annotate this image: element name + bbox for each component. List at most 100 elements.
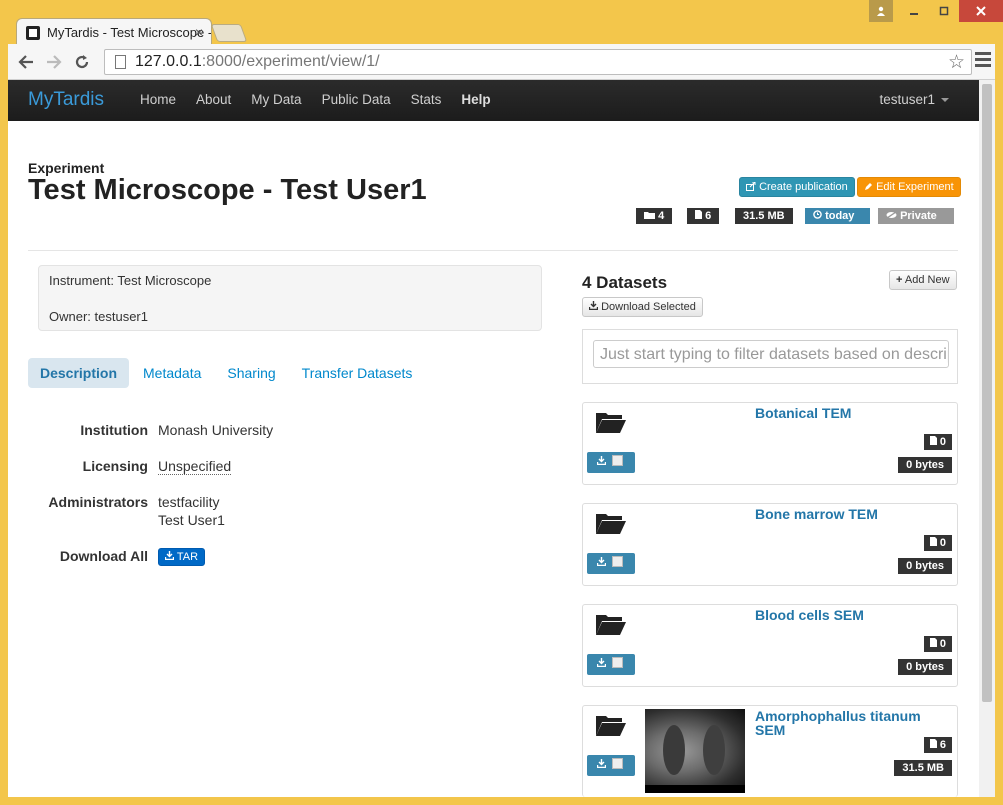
folder-open-icon — [596, 514, 626, 534]
dataset-name[interactable]: Amorphophallus titanum SEM — [755, 709, 945, 737]
dataset-select-checkbox[interactable] — [612, 657, 623, 668]
window-controls — [869, 0, 1003, 22]
new-tab-button[interactable] — [210, 24, 248, 42]
dataset-count-badge: 4 — [636, 208, 673, 224]
browser-toolbar: 127.0.0.1:8000/experiment/view/1/ ☆ — [8, 44, 995, 80]
edit-experiment-button[interactable]: Edit Experiment — [857, 177, 961, 197]
scrollbar-thumb[interactable] — [982, 84, 992, 702]
clock-icon — [813, 210, 822, 219]
download-icon — [596, 456, 607, 466]
close-tab-icon[interactable]: × — [195, 24, 203, 40]
file-icon — [929, 638, 937, 647]
nav-item-home[interactable]: Home — [130, 80, 186, 121]
dataset-thumbnail[interactable] — [645, 709, 745, 793]
nav-item-about[interactable]: About — [186, 80, 241, 121]
file-icon — [929, 436, 937, 445]
reload-icon[interactable] — [70, 50, 94, 74]
maximize-icon[interactable] — [929, 0, 959, 22]
browser-tab[interactable]: MyTardis - Test Microscope - Test User1 … — [16, 18, 212, 46]
address-bar[interactable]: 127.0.0.1:8000/experiment/view/1/ ☆ — [104, 49, 972, 75]
browser-menu-icon[interactable] — [975, 52, 991, 70]
download-icon — [588, 301, 599, 311]
dataset-name[interactable]: Bone marrow TEM — [755, 507, 945, 521]
bookmark-star-icon[interactable]: ☆ — [948, 51, 965, 74]
dataset-file-count: 6 — [939, 739, 946, 751]
user-menu[interactable]: testuser1 — [879, 92, 949, 107]
download-selected-label: Download Selected — [601, 301, 696, 313]
folder-icon — [644, 212, 655, 219]
page-scrollbar[interactable] — [979, 80, 995, 797]
tab-description[interactable]: Description — [28, 358, 130, 388]
tab-sharing[interactable]: Sharing — [215, 358, 287, 388]
institution-label: Institution — [80, 422, 148, 438]
dataset-name[interactable]: Botanical TEM — [755, 406, 945, 420]
file-count: 6 — [705, 210, 712, 222]
dataset-name[interactable]: Blood cells SEM — [755, 608, 945, 622]
brand-logo[interactable]: MyTardis — [28, 89, 104, 111]
dataset-filter-input[interactable]: Just start typing to filter datasets bas… — [593, 340, 949, 368]
dataset-file-count: 0 — [939, 638, 946, 650]
institution-value: Monash University — [158, 422, 274, 438]
pencil-icon — [865, 183, 872, 190]
instrument-text: Instrument: Test Microscope — [49, 273, 212, 288]
dataset-file-count-badge: 0 — [923, 434, 952, 450]
favicon-icon — [26, 26, 40, 40]
close-window-icon[interactable] — [959, 0, 1003, 22]
dataset-file-count: 0 — [939, 436, 946, 448]
download-selected-button[interactable]: Download Selected — [582, 297, 703, 317]
plus-icon: + — [896, 274, 903, 286]
dataset-select-checkbox[interactable] — [612, 455, 623, 466]
download-tar-button[interactable]: TAR — [158, 548, 206, 566]
nav-item-stats[interactable]: Stats — [401, 80, 452, 121]
back-icon[interactable] — [14, 50, 38, 74]
file-icon — [695, 210, 702, 219]
dataset-size-badge: 0 bytes — [898, 457, 952, 473]
dataset-card[interactable]: Blood cells SEM 0 0 bytes — [582, 604, 958, 687]
nav-item-public-data[interactable]: Public Data — [312, 80, 401, 121]
licensing-label: Licensing — [82, 458, 148, 474]
dataset-size-badge: 0 bytes — [898, 659, 952, 675]
dataset-card[interactable]: Amorphophallus titanum SEM 6 31.5 MB — [582, 705, 958, 797]
create-publication-button[interactable]: Create publication — [739, 177, 855, 197]
url-path: :8000/experiment/view/1/ — [201, 53, 380, 70]
dataset-select-checkbox[interactable] — [612, 556, 623, 567]
dataset-download-button[interactable] — [587, 755, 635, 776]
tab-metadata[interactable]: Metadata — [131, 358, 213, 388]
visibility-badge: Private — [878, 208, 954, 224]
nav-item-my-data[interactable]: My Data — [241, 80, 311, 121]
dataset-file-count-badge: 0 — [923, 535, 952, 551]
add-new-dataset-button[interactable]: + Add New — [889, 270, 957, 290]
caret-down-icon — [941, 98, 949, 103]
create-publication-label: Create publication — [759, 181, 848, 193]
share-icon — [746, 181, 756, 191]
tab-transfer-datasets[interactable]: Transfer Datasets — [290, 358, 425, 388]
download-icon — [596, 759, 607, 769]
nav-menu: Home About My Data Public Data Stats Hel… — [130, 80, 501, 121]
experiment-tabs: Description Metadata Sharing Transfer Da… — [28, 358, 426, 388]
administrator-2: Test User1 — [158, 512, 225, 528]
page-viewport: MyTardis Home About My Data Public Data … — [8, 80, 979, 797]
profile-icon[interactable] — [869, 0, 893, 22]
experiment-info-box: Instrument: Test Microscope Owner: testu… — [38, 265, 542, 331]
download-all-label: Download All — [59, 548, 148, 564]
tar-label: TAR — [176, 551, 199, 563]
dataset-download-button[interactable] — [587, 452, 635, 473]
dataset-file-count: 0 — [939, 537, 946, 549]
folder-open-icon — [596, 615, 626, 635]
minimize-icon[interactable] — [899, 0, 929, 22]
licensing-value[interactable]: Unspecified — [158, 458, 232, 475]
nav-item-help[interactable]: Help — [451, 80, 500, 121]
dataset-download-button[interactable] — [587, 654, 635, 675]
dataset-card[interactable]: Bone marrow TEM 0 0 bytes — [582, 503, 958, 586]
filter-box: Just start typing to filter datasets bas… — [582, 329, 958, 384]
dataset-file-count-badge: 0 — [923, 636, 952, 652]
dataset-card[interactable]: Botanical TEM 0 0 bytes — [582, 402, 958, 485]
page-icon — [115, 55, 126, 69]
add-new-label: Add New — [904, 274, 950, 286]
dataset-download-button[interactable] — [587, 553, 635, 574]
dataset-file-count-badge: 6 — [923, 737, 952, 753]
dataset-select-checkbox[interactable] — [612, 758, 623, 769]
owner-text: Owner: testuser1 — [49, 309, 148, 324]
dataset-count: 4 — [658, 210, 665, 222]
forward-icon[interactable] — [42, 50, 66, 74]
